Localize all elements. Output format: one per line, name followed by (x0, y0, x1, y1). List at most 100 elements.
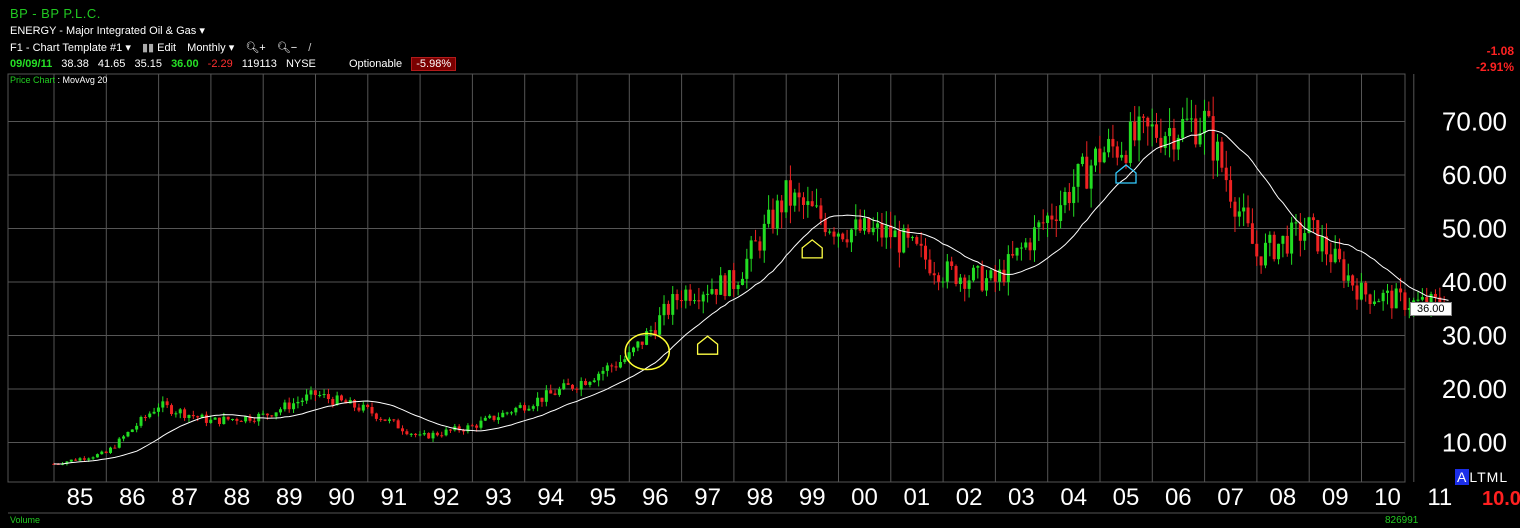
candle-body (414, 433, 418, 435)
volume-value: 826991 (1385, 515, 1419, 526)
candle-body (340, 395, 343, 401)
scale-mode-selector[interactable]: A LTML (1455, 469, 1508, 485)
quote-high: 41.65 (97, 58, 126, 70)
candle-body (723, 275, 727, 297)
candle-body (584, 380, 588, 385)
candle-body (1072, 186, 1076, 204)
chart-toolbar: F1 - Chart Template #1 ▾ ▮▮ Edit Monthly… (10, 41, 319, 54)
zoom-out-icon[interactable]: 🔍︎− (277, 41, 297, 54)
candle-body (771, 209, 775, 229)
scale-mode-m[interactable]: M (1487, 469, 1500, 485)
candle-body (1294, 222, 1298, 224)
candle-body (740, 278, 744, 285)
candle-body (801, 197, 805, 205)
candle-body (204, 414, 208, 423)
candle-body (1277, 243, 1281, 260)
candle-body (501, 412, 505, 418)
candle-body (1076, 163, 1080, 187)
quote-stats: 09/09/11 38.38 41.65 35.15 36.00 -2.29 1… (10, 57, 462, 71)
candle-body (980, 266, 984, 291)
scale-mode-l2[interactable]: L (1499, 469, 1508, 485)
x-tick-label: 99 (799, 484, 826, 511)
candle-body (401, 428, 405, 432)
candle-body (632, 347, 636, 353)
candle-body (575, 388, 579, 390)
candle-body (1006, 254, 1010, 283)
candle-body (139, 417, 143, 426)
candle-body (579, 380, 583, 390)
candle-body (775, 200, 779, 229)
candle-body (540, 397, 544, 402)
candle-body (196, 416, 200, 418)
annotation-arrow (801, 239, 823, 259)
candle-body (1333, 248, 1337, 263)
x-tick-label: 89 (276, 484, 303, 511)
candle-body (1216, 141, 1220, 161)
x-tick-label: 98 (747, 484, 774, 511)
candle-body (679, 300, 683, 302)
scale-mode-l[interactable]: L (1469, 469, 1477, 485)
candle-body (1355, 285, 1359, 300)
candle-body (95, 454, 99, 458)
candle-body (209, 419, 213, 423)
candle-body (566, 383, 570, 385)
scale-mode-t[interactable]: T (1477, 469, 1487, 485)
x-tick-label: 04 (1060, 484, 1087, 511)
candle-body (815, 205, 819, 207)
candle-body (736, 284, 740, 290)
scale-mode-a[interactable]: A (1455, 469, 1470, 485)
candle-body (1377, 301, 1381, 303)
price-chart[interactable]: 10.00 20.00 30.00 40.00 50.00 60.00 70.00 85 86 8… (0, 0, 1520, 528)
template-dropdown[interactable]: F1 - Chart Template #1 ▾ (10, 41, 131, 54)
sector-dropdown[interactable]: ENERGY - Major Integrated Oil & Gas ▾ (10, 24, 205, 37)
zoom-in-icon[interactable]: 🔍︎+ (245, 41, 265, 54)
candle-body (178, 409, 182, 414)
candle-body (649, 330, 653, 332)
candle-body (1141, 116, 1145, 118)
candle-body (104, 451, 108, 453)
candle-body (945, 261, 949, 282)
candle-body (627, 352, 631, 360)
candle-body (265, 413, 269, 416)
candle-body (941, 281, 945, 283)
quote-low: 35.15 (134, 58, 162, 70)
last-price-tag: 36.00 (1410, 302, 1452, 316)
candle-body (1342, 259, 1346, 281)
candle-body (693, 300, 697, 302)
price-chart-label: Price Chart (10, 75, 56, 85)
annotation-arrow (696, 335, 719, 355)
candle-body (950, 261, 954, 267)
candle-body (989, 270, 993, 279)
candle-body (1420, 297, 1424, 300)
candle-body (418, 434, 422, 436)
candle-body (126, 431, 130, 437)
candle-body (387, 419, 391, 421)
candle-body (200, 414, 204, 418)
candle-body (1002, 269, 1006, 283)
candle-body (305, 394, 309, 401)
candle-body (440, 435, 444, 437)
candle-body (1268, 234, 1272, 243)
period-dropdown[interactable]: Monthly ▾ (187, 41, 234, 54)
candle-body (745, 258, 749, 279)
candle-body (1120, 154, 1124, 158)
candle-body (1080, 156, 1084, 164)
candle-body (701, 294, 705, 302)
candle-body (658, 315, 662, 335)
candle-body (374, 413, 378, 419)
candle-body (74, 459, 78, 461)
candle-body (928, 259, 932, 274)
edit-button[interactable]: ▮▮ Edit (142, 41, 176, 54)
candle-body (283, 402, 287, 410)
candle-body (614, 366, 618, 368)
candle-body (170, 405, 174, 415)
draw-pen-icon[interactable]: / (308, 42, 311, 54)
x-tick-label: 03 (1008, 484, 1035, 511)
candle-body (871, 227, 875, 233)
candle-body (1089, 165, 1093, 189)
candle-body (405, 431, 409, 435)
candle-body (165, 401, 169, 406)
candle-body (1272, 234, 1276, 260)
candle-body (1128, 121, 1132, 163)
candle-body (610, 365, 614, 367)
